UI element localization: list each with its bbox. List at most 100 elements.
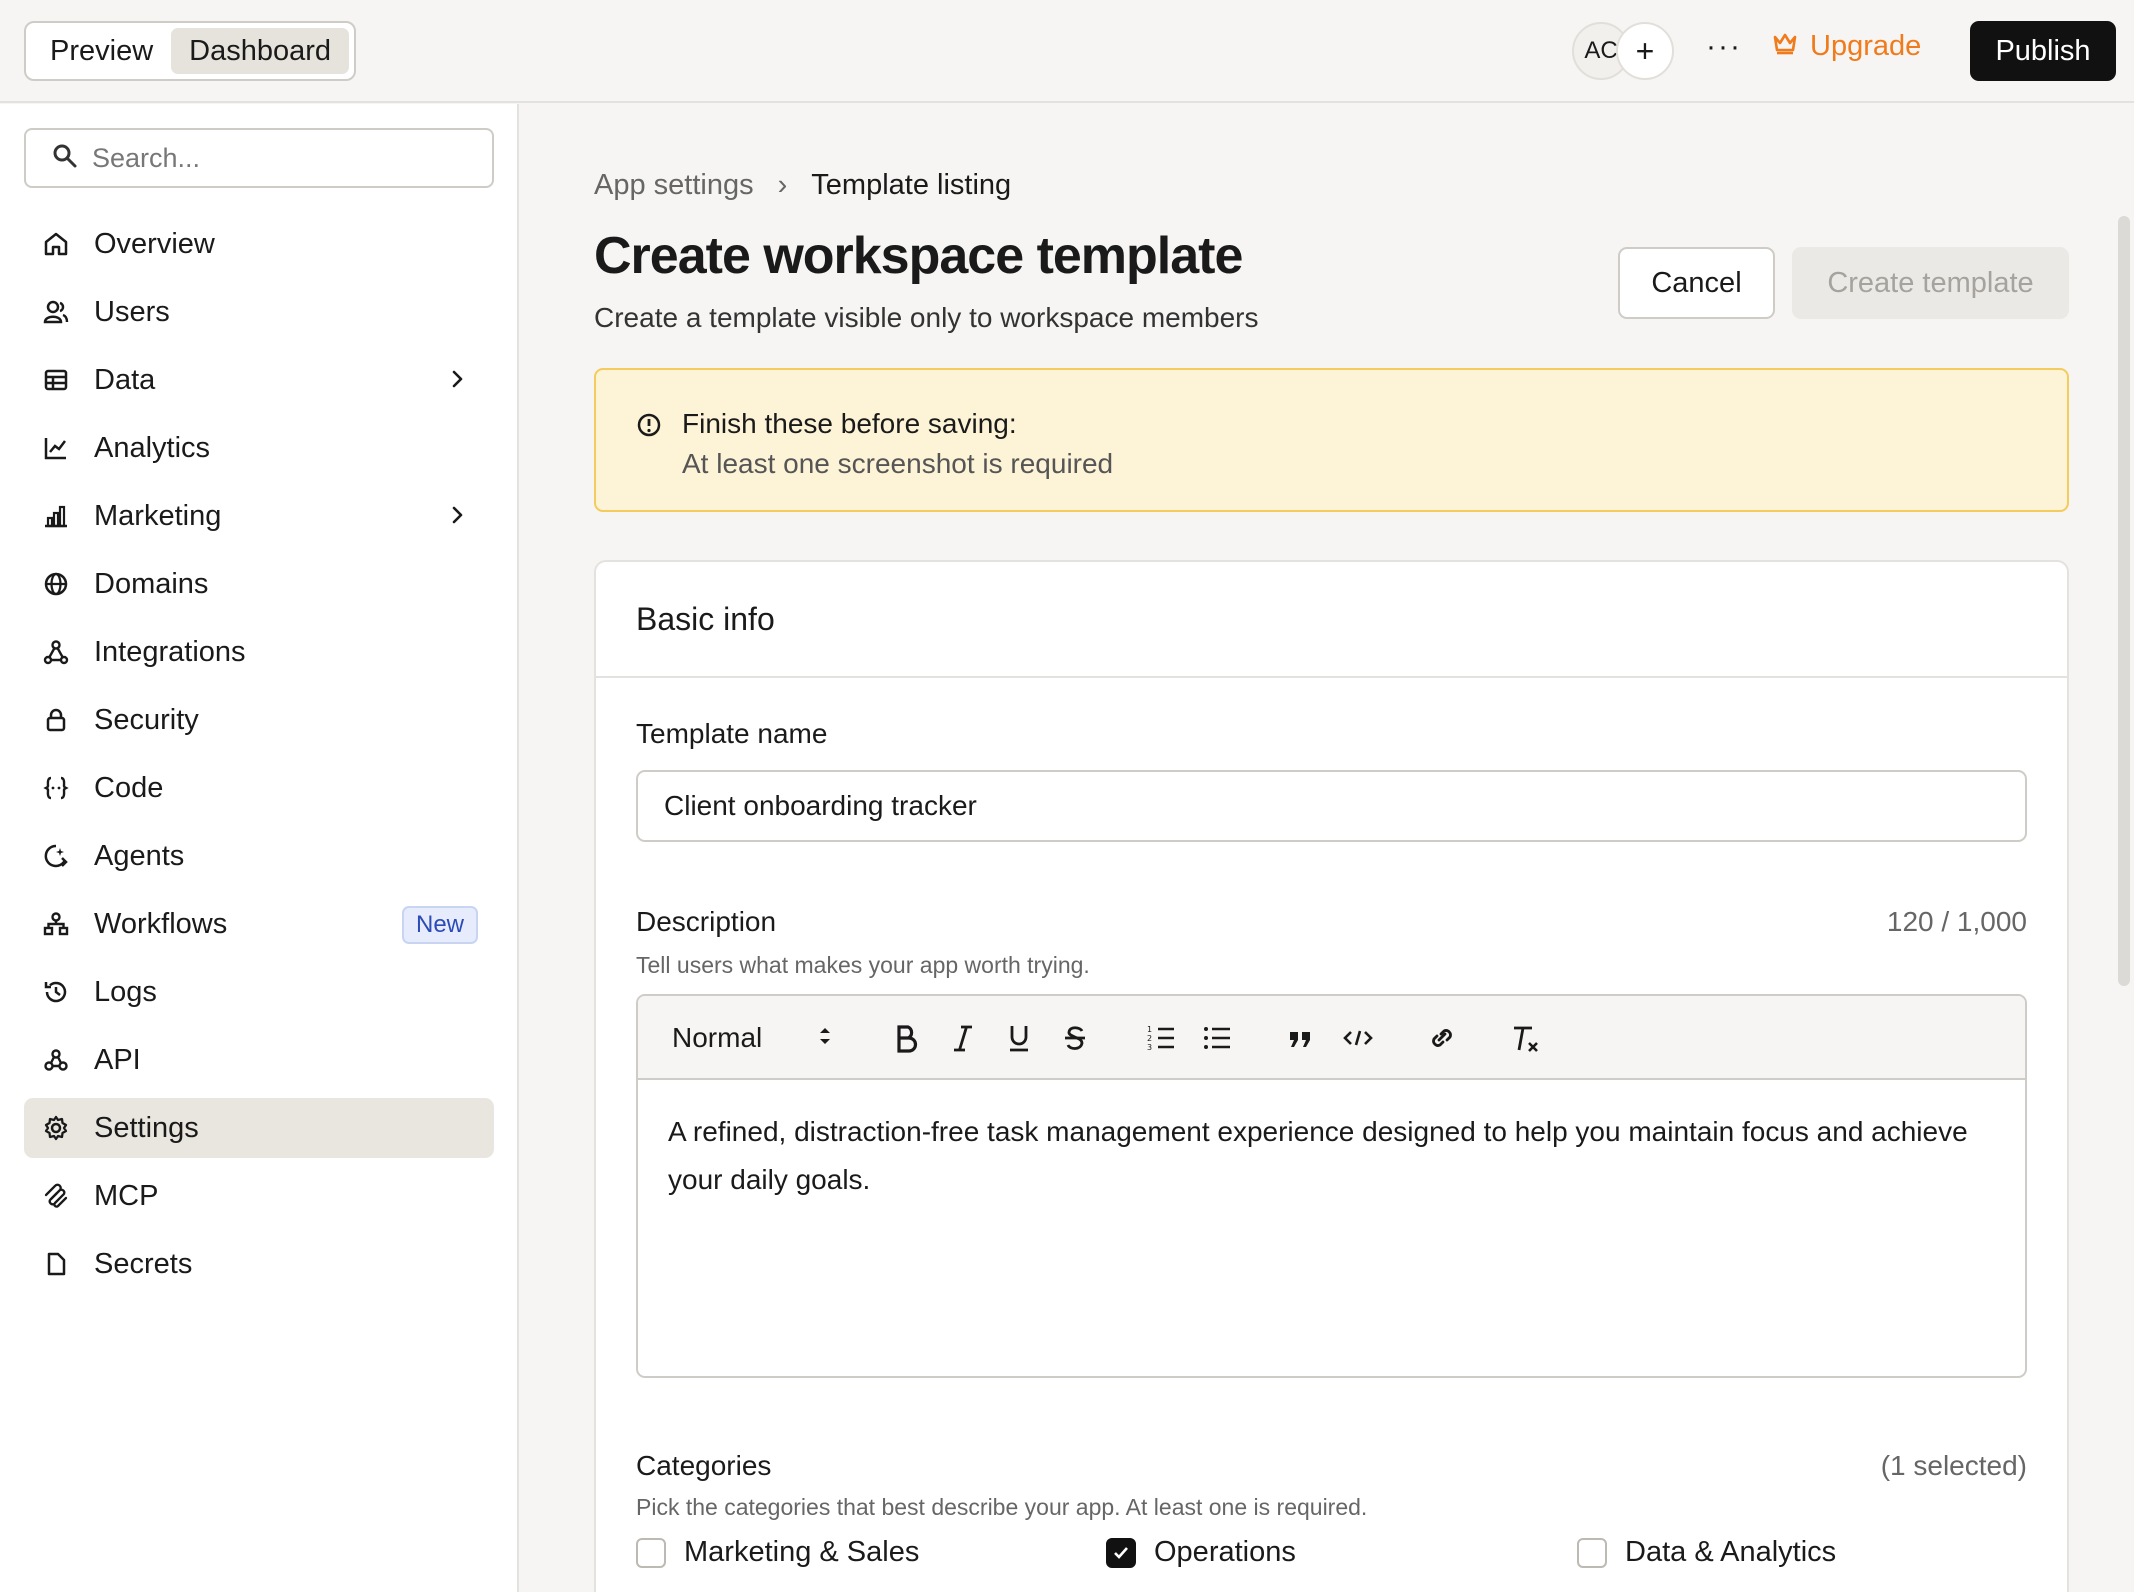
- sidebar-item-label: MCP: [94, 1179, 159, 1212]
- code-icon[interactable]: [1342, 1022, 1374, 1054]
- lock-icon: [42, 706, 70, 734]
- main-content: App settings › Template listing Create w…: [521, 104, 2134, 1592]
- description-editor[interactable]: Normal 123 A refined, distraction-free t…: [636, 994, 2027, 1378]
- more-options-button[interactable]: ···: [1706, 30, 1742, 64]
- description-hint: Tell users what makes your app worth try…: [636, 952, 1090, 978]
- chevron-right-icon: [444, 366, 470, 400]
- sidebar-item-label: Analytics: [94, 431, 211, 464]
- svg-text:2: 2: [1147, 1034, 1152, 1043]
- sidebar-item-label: Settings: [94, 1111, 199, 1144]
- workflow-icon: [42, 910, 70, 938]
- integrations-icon: [42, 638, 70, 666]
- category-data-analytics[interactable]: Data & Analytics: [1577, 1536, 1836, 1569]
- new-badge: New: [401, 906, 478, 944]
- sidebar-item-mcp[interactable]: MCP: [24, 1166, 494, 1226]
- chart-line-icon: [42, 434, 70, 462]
- globe-icon: [42, 570, 70, 598]
- template-name-label: Template name: [636, 718, 828, 749]
- sidebar-item-domains[interactable]: Domains: [24, 554, 494, 614]
- sidebar: Overview Users Data Analytics Marketing …: [0, 104, 519, 1592]
- dashboard-tab[interactable]: Dashboard: [171, 28, 350, 74]
- cancel-button[interactable]: Cancel: [1618, 247, 1775, 319]
- card-heading: Basic info: [596, 562, 2067, 678]
- sidebar-item-label: Code: [94, 771, 164, 804]
- search-input[interactable]: [92, 142, 472, 174]
- sidebar-item-label: Overview: [94, 227, 215, 260]
- sidebar-item-overview[interactable]: Overview: [24, 214, 494, 274]
- upgrade-button[interactable]: Upgrade: [1772, 30, 1921, 63]
- sidebar-item-logs[interactable]: Logs: [24, 962, 494, 1022]
- sidebar-item-users[interactable]: Users: [24, 282, 494, 342]
- format-select[interactable]: Normal: [672, 1022, 832, 1054]
- basic-info-card: Basic info Template name Description 120…: [594, 560, 2069, 1592]
- strikethrough-icon[interactable]: [1062, 1022, 1088, 1054]
- validation-alert: Finish these before saving: At least one…: [594, 368, 2069, 512]
- breadcrumb: App settings › Template listing: [594, 169, 1011, 202]
- checkbox[interactable]: [636, 1537, 666, 1568]
- underline-icon[interactable]: [1006, 1022, 1032, 1054]
- top-bar: Preview Dashboard AC + ··· Upgrade Publi…: [0, 0, 2134, 103]
- category-label: Data & Analytics: [1625, 1536, 1837, 1568]
- sidebar-item-marketing[interactable]: Marketing: [24, 486, 494, 546]
- add-collaborator-button[interactable]: +: [1616, 22, 1674, 80]
- sidebar-item-settings[interactable]: Settings: [24, 1098, 494, 1158]
- create-template-button[interactable]: Create template: [1792, 247, 2069, 319]
- template-name-field[interactable]: [636, 770, 2027, 842]
- preview-tab[interactable]: Preview: [32, 28, 171, 74]
- breadcrumb-parent[interactable]: App settings: [594, 169, 754, 202]
- italic-icon[interactable]: [950, 1022, 976, 1054]
- publish-button[interactable]: Publish: [1970, 21, 2116, 81]
- sidebar-item-label: API: [94, 1043, 141, 1076]
- crown-icon: [1772, 30, 1810, 63]
- search-icon: [52, 143, 78, 174]
- collaborators: AC +: [1572, 22, 1674, 80]
- sidebar-item-label: Domains: [94, 567, 209, 600]
- file-icon: [42, 1250, 70, 1278]
- sidebar-item-secrets[interactable]: Secrets: [24, 1234, 494, 1294]
- svg-text:3: 3: [1147, 1043, 1152, 1052]
- quote-icon[interactable]: [1286, 1022, 1316, 1054]
- sidebar-item-label: Workflows: [94, 907, 228, 940]
- link-icon[interactable]: [1426, 1022, 1458, 1054]
- sidebar-item-api[interactable]: API: [24, 1030, 494, 1090]
- scrollbar[interactable]: [2118, 216, 2130, 986]
- sidebar-item-code[interactable]: Code: [24, 758, 494, 818]
- table-icon: [42, 366, 70, 394]
- alert-circle-icon: [636, 412, 662, 443]
- bold-icon[interactable]: [894, 1022, 920, 1054]
- alert-title: Finish these before saving:: [682, 408, 1017, 439]
- checkbox-checked[interactable]: [1106, 1537, 1136, 1568]
- api-icon: [42, 1046, 70, 1074]
- sidebar-item-agents[interactable]: Agents: [24, 826, 494, 886]
- sidebar-nav: Overview Users Data Analytics Marketing …: [24, 214, 494, 1302]
- sidebar-item-analytics[interactable]: Analytics: [24, 418, 494, 478]
- ordered-list-icon[interactable]: 123: [1146, 1022, 1176, 1054]
- checkmark-icon: [1114, 1546, 1128, 1559]
- sidebar-item-workflows[interactable]: Workflows New: [24, 894, 494, 954]
- sidebar-item-security[interactable]: Security: [24, 690, 494, 750]
- description-label: Description: [636, 906, 777, 937]
- sidebar-item-label: Data: [94, 363, 156, 396]
- description-text[interactable]: A refined, distraction-free task managem…: [638, 1080, 2025, 1232]
- agent-icon: [42, 842, 70, 870]
- sidebar-item-label: Users: [94, 295, 170, 328]
- gear-icon: [42, 1114, 70, 1142]
- users-icon: [42, 298, 70, 326]
- view-switcher: Preview Dashboard: [24, 21, 356, 81]
- description-counter: 120 / 1,000: [1886, 906, 2027, 937]
- categories-count: (1 selected): [1880, 1450, 2027, 1481]
- bullet-list-icon[interactable]: [1202, 1022, 1232, 1054]
- categories-hint: Pick the categories that best describe y…: [636, 1494, 1368, 1520]
- sidebar-item-label: Secrets: [94, 1247, 193, 1280]
- search-box[interactable]: [24, 128, 494, 188]
- sidebar-item-integrations[interactable]: Integrations: [24, 622, 494, 682]
- clear-format-icon[interactable]: [1510, 1022, 1542, 1054]
- chevron-right-icon: [444, 502, 470, 536]
- template-name-input[interactable]: [664, 790, 2004, 822]
- category-operations[interactable]: Operations: [1106, 1536, 1296, 1569]
- page-subtitle: Create a template visible only to worksp…: [594, 302, 1259, 333]
- svg-text:1: 1: [1147, 1025, 1152, 1034]
- category-marketing-sales[interactable]: Marketing & Sales: [636, 1536, 919, 1569]
- sidebar-item-data[interactable]: Data: [24, 350, 494, 410]
- checkbox[interactable]: [1577, 1537, 1607, 1568]
